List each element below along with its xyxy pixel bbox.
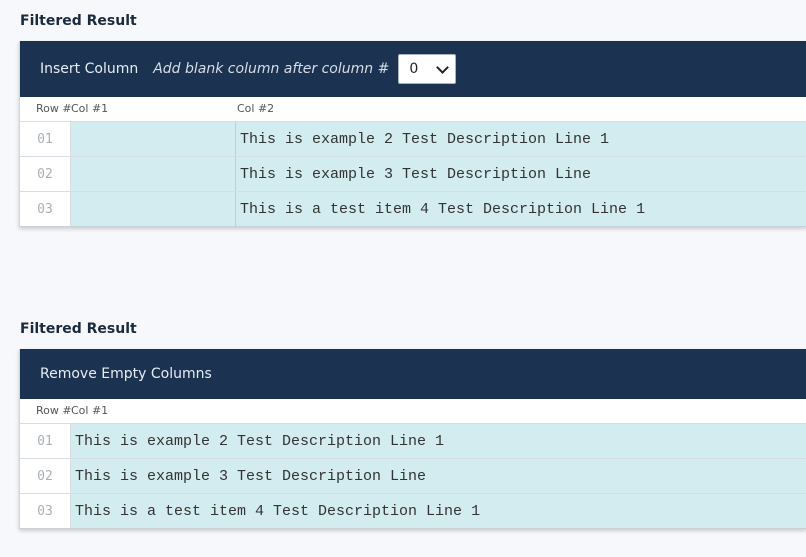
header-col-1: Col #1 [71, 102, 109, 115]
table-cell-col-1[interactable] [71, 122, 236, 156]
column-headers: Row # Col #1 [20, 399, 806, 423]
row-number: 03 [20, 494, 71, 528]
table-row: 02 This is example 3 Test Description Li… [20, 156, 806, 191]
insert-column-hint: Add blank column after column # [153, 61, 390, 77]
table-cell-col-2[interactable]: This is example 3 Test Description Line [236, 157, 806, 191]
table-cell-col-2[interactable]: This is example 2 Test Description Line … [236, 122, 806, 156]
header-col-1: Col #1 [71, 404, 109, 417]
row-number: 01 [20, 424, 71, 458]
remove-empty-columns-panel: Remove Empty Columns Row # Col #1 01 Thi… [19, 349, 806, 529]
header-row-number: Row # [36, 102, 72, 115]
row-number: 01 [20, 122, 71, 156]
remove-empty-columns-header: Remove Empty Columns [20, 349, 806, 399]
header-row-number: Row # [36, 404, 72, 417]
table-row: 01 This is example 2 Test Description Li… [20, 121, 806, 156]
section-title-2: Filtered Result [20, 321, 137, 337]
column-number-select[interactable]: 0 [398, 54, 457, 84]
table-cell-col-1[interactable] [71, 157, 236, 191]
table-row: 02 This is example 3 Test Description Li… [20, 458, 806, 493]
row-number: 02 [20, 459, 71, 493]
table-row: 03 This is a test item 4 Test Descriptio… [20, 191, 806, 227]
row-number: 02 [20, 157, 71, 191]
insert-column-header: Insert Column Add blank column after col… [20, 41, 806, 97]
table-row: 01 This is example 2 Test Description Li… [20, 423, 806, 458]
table-cell-col-1[interactable]: This is example 3 Test Description Line [71, 459, 806, 493]
table-cell-col-2[interactable]: This is a test item 4 Test Description L… [236, 192, 806, 226]
header-col-2: Col #2 [237, 102, 275, 115]
section-title-1: Filtered Result [20, 13, 137, 29]
table-cell-col-1[interactable]: This is example 2 Test Description Line … [71, 424, 806, 458]
table-cell-col-1[interactable]: This is a test item 4 Test Description L… [71, 494, 806, 528]
column-number-value: 0 [409, 61, 419, 77]
row-number: 03 [20, 192, 71, 226]
insert-column-panel: Insert Column Add blank column after col… [19, 41, 806, 227]
column-headers: Row # Col #1 Col #2 [20, 97, 806, 121]
table-row: 03 This is a test item 4 Test Descriptio… [20, 493, 806, 529]
table-cell-col-1[interactable] [71, 192, 236, 226]
chevron-down-icon [436, 60, 450, 74]
insert-column-title: Insert Column [40, 61, 139, 77]
remove-empty-columns-title: Remove Empty Columns [40, 366, 212, 382]
